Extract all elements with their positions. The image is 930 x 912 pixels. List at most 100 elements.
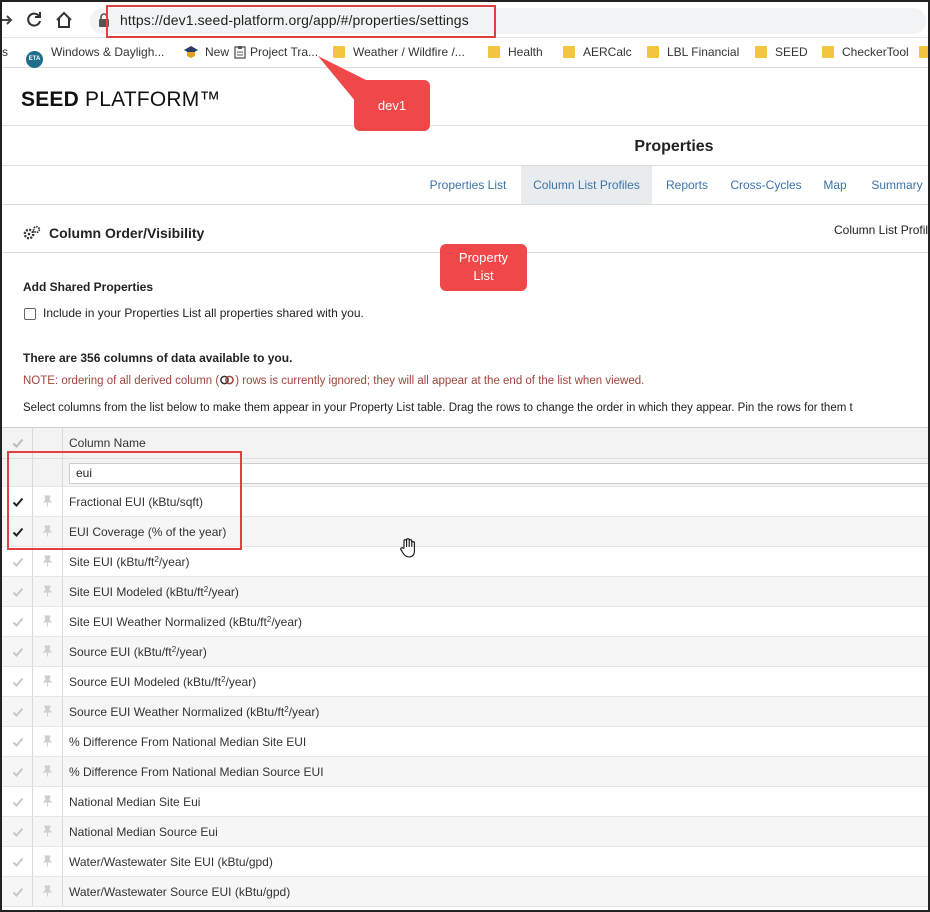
forward-arrow-icon[interactable]	[0, 10, 16, 30]
table-row[interactable]: % Difference From National Median Source…	[2, 757, 928, 787]
column-name-cell: Source EUI Weather Normalized (kBtu/ft2/…	[69, 705, 320, 719]
folder-icon	[647, 46, 659, 58]
url-highlight-box	[106, 5, 496, 38]
filter-results-highlight-box	[7, 451, 242, 550]
table-row[interactable]: Source EUI Modeled (kBtu/ft2/year)	[2, 667, 928, 697]
folder-icon	[563, 46, 575, 58]
row-select-cell[interactable]	[2, 727, 33, 756]
bookmark-checkertool[interactable]: CheckerTool	[822, 45, 909, 59]
column-list-profile-label: Column List Profil	[834, 223, 929, 237]
row-pin-cell[interactable]	[33, 667, 63, 696]
check-icon	[12, 827, 24, 837]
derived-column-note: NOTE: ordering of all derived column () …	[23, 375, 645, 387]
table-row[interactable]: Water/Wastewater Site EUI (kBtu/gpd)	[2, 847, 928, 877]
table-row[interactable]: National Median Source Eui	[2, 817, 928, 847]
row-pin-cell[interactable]	[33, 547, 63, 576]
check-icon	[12, 707, 24, 717]
row-select-cell[interactable]	[2, 787, 33, 816]
bookmark-windows-daylighting[interactable]: ETA Windows & Dayligh...	[26, 45, 164, 68]
table-row[interactable]: Source EUI (kBtu/ft2/year)	[2, 637, 928, 667]
shared-properties-heading: Add Shared Properties	[23, 280, 154, 294]
bookmark-aercalc[interactable]: AERCalc	[563, 45, 632, 59]
check-icon	[12, 587, 24, 597]
pin-icon	[43, 585, 52, 597]
row-pin-cell[interactable]	[33, 637, 63, 666]
table-row[interactable]: National Median Site Eui	[2, 787, 928, 817]
row-select-cell[interactable]	[2, 667, 33, 696]
bookmark-lbl-financial[interactable]: LBL Financial	[647, 45, 739, 59]
table-row[interactable]: Source EUI Weather Normalized (kBtu/ft2/…	[2, 697, 928, 727]
pin-icon	[43, 615, 52, 627]
table-row[interactable]: Site EUI Weather Normalized (kBtu/ft2/ye…	[2, 607, 928, 637]
section-title: Column Order/Visibility	[49, 225, 205, 241]
row-pin-cell[interactable]	[33, 877, 63, 906]
tab-properties-list[interactable]: Properties List	[420, 166, 516, 204]
reload-icon[interactable]	[24, 10, 44, 30]
row-select-cell[interactable]	[2, 547, 33, 576]
column-name-cell: Source EUI Modeled (kBtu/ft2/year)	[69, 675, 257, 689]
tab-cross-cycles[interactable]: Cross-Cycles	[724, 166, 808, 204]
row-select-cell[interactable]	[2, 757, 33, 786]
column-name-cell: % Difference From National Median Site E…	[69, 735, 307, 749]
row-pin-cell[interactable]	[33, 727, 63, 756]
row-select-cell[interactable]	[2, 877, 33, 906]
bookmark-health[interactable]: Health	[488, 45, 543, 59]
check-icon	[12, 647, 24, 657]
seed-platform-logo[interactable]: SEED PLATFORM™	[21, 88, 221, 112]
bookmark-apps[interactable]: s	[2, 45, 8, 59]
callout-line: Property	[458, 250, 509, 265]
row-select-cell[interactable]	[2, 637, 33, 666]
pin-icon	[43, 675, 52, 687]
table-row[interactable]: Water/Wastewater Source EUI (kBtu/gpd)	[2, 877, 928, 907]
row-select-cell[interactable]	[2, 607, 33, 636]
check-icon	[12, 438, 24, 448]
bookmark-overflow[interactable]	[919, 45, 928, 59]
column-count-text: There are 356 columns of data available …	[23, 351, 293, 365]
row-select-cell[interactable]	[2, 697, 33, 726]
folder-icon	[822, 46, 834, 58]
row-select-cell[interactable]	[2, 577, 33, 606]
eta-icon: ETA	[26, 51, 43, 68]
column-name-cell: % Difference From National Median Source…	[69, 765, 324, 779]
check-icon	[12, 737, 24, 747]
table-row[interactable]: Site EUI Modeled (kBtu/ft2/year)	[2, 577, 928, 607]
pin-icon	[43, 705, 52, 717]
bookmark-project-tracker[interactable]: Project Tra...	[234, 45, 318, 59]
column-name-cell: National Median Source Eui	[69, 825, 218, 839]
shared-properties-checkbox[interactable]	[24, 308, 36, 320]
check-icon	[12, 617, 24, 627]
bookmark-seed[interactable]: SEED	[755, 45, 808, 59]
column-name-cell: Water/Wastewater Site EUI (kBtu/gpd)	[69, 855, 273, 869]
table-row[interactable]: Site EUI (kBtu/ft2/year)	[2, 547, 928, 577]
row-pin-cell[interactable]	[33, 757, 63, 786]
folder-icon	[488, 46, 500, 58]
pin-icon	[43, 855, 52, 867]
pin-icon	[43, 645, 52, 657]
shared-properties-label[interactable]: Include in your Properties List all prop…	[43, 306, 364, 320]
tab-summary[interactable]: Summary	[864, 166, 928, 204]
app-header: SEED PLATFORM™	[2, 68, 928, 126]
row-select-cell[interactable]	[2, 847, 33, 876]
pin-icon	[43, 765, 52, 777]
row-pin-cell[interactable]	[33, 697, 63, 726]
row-pin-cell[interactable]	[33, 607, 63, 636]
bookmark-new[interactable]: New	[183, 45, 229, 59]
row-select-cell[interactable]	[2, 817, 33, 846]
tab-column-list-profiles[interactable]: Column List Profiles	[521, 166, 652, 204]
row-pin-cell[interactable]	[33, 817, 63, 846]
row-pin-cell[interactable]	[33, 787, 63, 816]
graduation-cap-icon	[184, 46, 198, 58]
folder-icon	[755, 46, 767, 58]
row-pin-cell[interactable]	[33, 577, 63, 606]
pin-icon	[43, 885, 52, 897]
folder-icon	[919, 46, 928, 58]
tab-reports[interactable]: Reports	[658, 166, 716, 204]
clipboard-icon	[234, 46, 246, 59]
table-row[interactable]: % Difference From National Median Site E…	[2, 727, 928, 757]
row-pin-cell[interactable]	[33, 847, 63, 876]
property-list-callout: Property List	[440, 244, 527, 291]
tab-map[interactable]: Map	[816, 166, 854, 204]
home-icon[interactable]	[54, 10, 74, 30]
pin-icon	[43, 795, 52, 807]
column-name-cell: Site EUI (kBtu/ft2/year)	[69, 555, 190, 569]
